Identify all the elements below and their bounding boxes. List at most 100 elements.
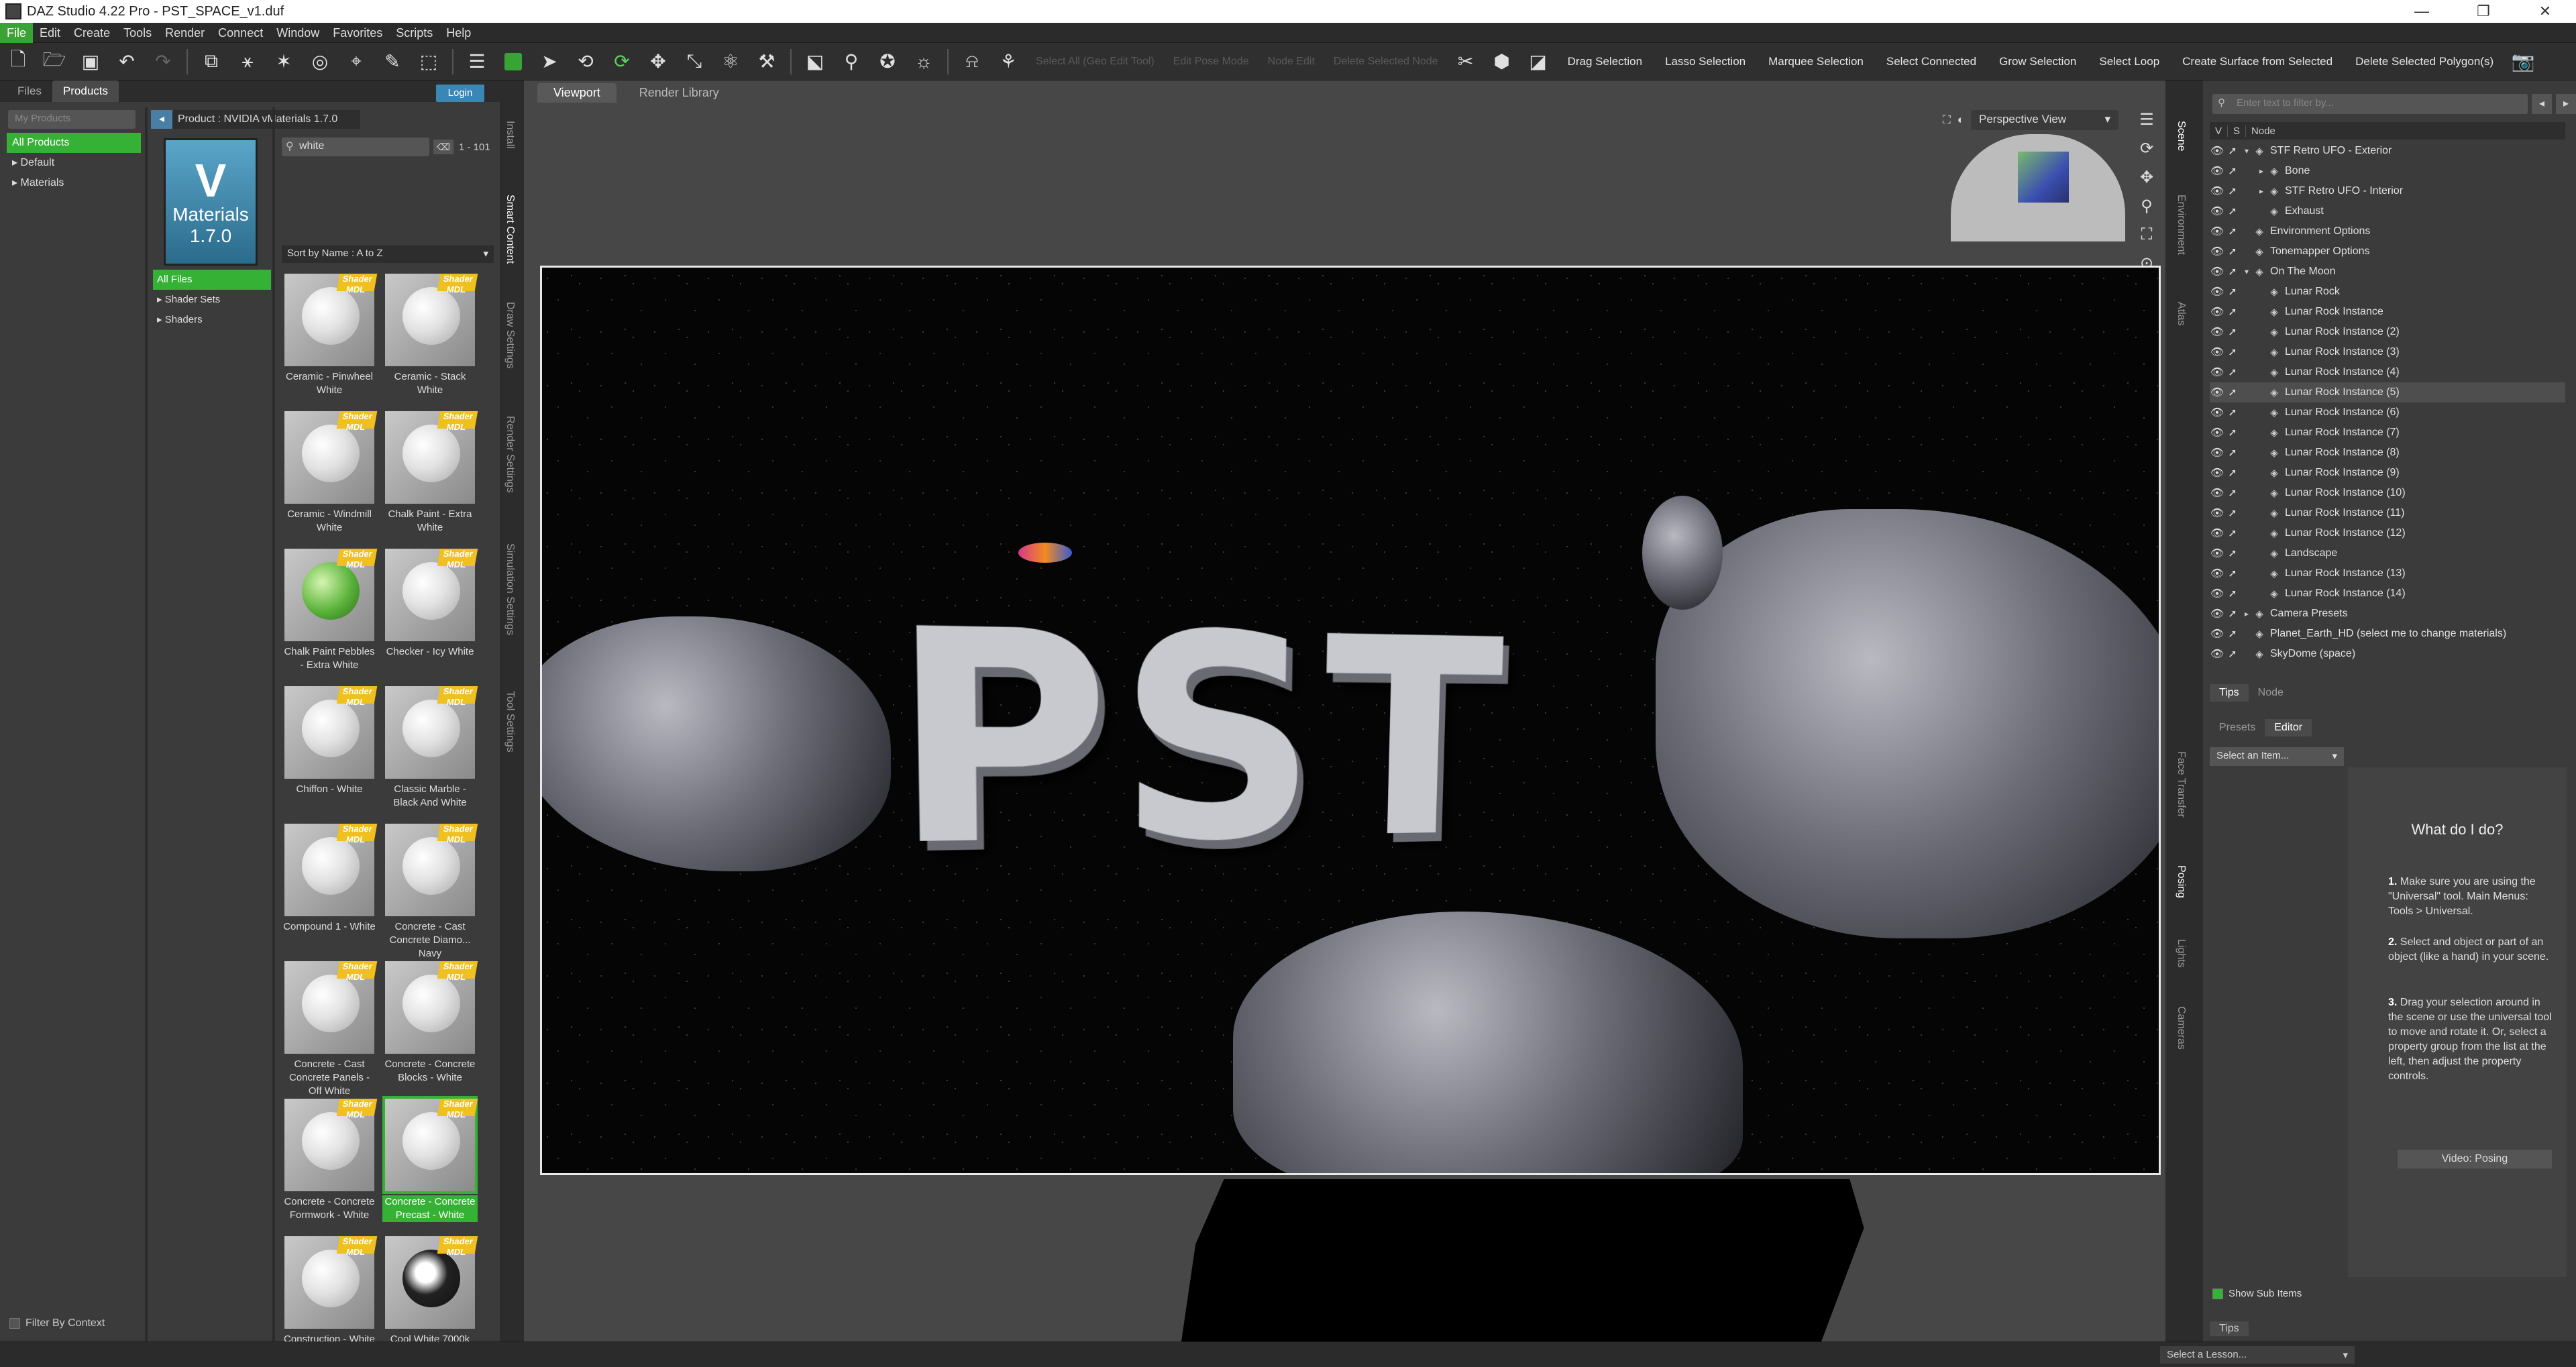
- menu-icon[interactable]: ☰: [2139, 110, 2154, 129]
- view-style-icon[interactable]: ◐: [1957, 113, 1964, 127]
- delete-polygons-button[interactable]: Delete Selected Polygon(s): [2355, 55, 2493, 68]
- visibility-eye-icon[interactable]: 👁: [2210, 325, 2224, 339]
- scene-node-row[interactable]: 👁 ➚ ▸ ◈ Camera Presets: [2210, 604, 2565, 624]
- tab-viewport[interactable]: Viewport: [537, 83, 616, 103]
- clear-search-icon[interactable]: ⌫: [433, 140, 453, 154]
- filter-context-checkbox[interactable]: [9, 1318, 20, 1329]
- expand-toggle-icon[interactable]: ▾: [2241, 267, 2253, 276]
- visibility-eye-icon[interactable]: 👁: [2210, 527, 2224, 540]
- visibility-eye-icon[interactable]: 👁: [2210, 486, 2224, 500]
- scene-node-row[interactable]: 👁 ➚ ◈ Lunar Rock Instance: [2210, 302, 2565, 322]
- menu-favorites[interactable]: Favorites: [326, 23, 389, 43]
- visibility-eye-icon[interactable]: 👁: [2210, 366, 2224, 379]
- spot-render-icon[interactable]: ⬕: [802, 48, 828, 75]
- scene-node-row[interactable]: 👁 ➚ ◈ Lunar Rock Instance (10): [2210, 483, 2565, 503]
- visibility-eye-icon[interactable]: 👁: [2210, 345, 2224, 359]
- grow-selection-button[interactable]: Grow Selection: [1999, 55, 2076, 68]
- folder-all-files[interactable]: All Files: [153, 270, 271, 290]
- scene-node-row[interactable]: 👁 ➚ ◈ Landscape: [2210, 543, 2565, 563]
- menu-window[interactable]: Window: [270, 23, 326, 43]
- asset-tile[interactable]: Shader MDL Chiffon - White: [282, 684, 382, 821]
- menu-scripts[interactable]: Scripts: [389, 23, 439, 43]
- visibility-eye-icon[interactable]: 👁: [2210, 305, 2224, 319]
- polygon-select-icon[interactable]: ◪: [1525, 48, 1552, 75]
- node-weight-icon[interactable]: ✶: [270, 48, 297, 75]
- menu-edit[interactable]: Edit: [33, 23, 67, 43]
- figure-tool-icon[interactable]: ⍾: [959, 48, 985, 75]
- vtab-cameras[interactable]: Cameras: [2175, 1006, 2187, 1050]
- asset-tile[interactable]: Shader MDL Compound 1 - White: [282, 821, 382, 959]
- selectable-arrow-icon[interactable]: ➚: [2224, 205, 2241, 218]
- render-preview[interactable]: PST: [540, 266, 2161, 1175]
- selectable-arrow-icon[interactable]: ➚: [2224, 647, 2241, 661]
- visibility-eye-icon[interactable]: 👁: [2210, 607, 2224, 620]
- asset-tile[interactable]: Shader MDL Concrete - Concrete Formwork -…: [282, 1096, 382, 1234]
- scene-node-row[interactable]: 👁 ➚ ◈ Lunar Rock Instance (14): [2210, 584, 2565, 604]
- align-icon[interactable]: ☰: [464, 48, 490, 75]
- save-icon[interactable]: ▣: [77, 48, 104, 75]
- visibility-eye-icon[interactable]: 👁: [2210, 184, 2224, 198]
- polygon-group-icon[interactable]: ⬢: [1489, 48, 1515, 75]
- view-cube-box[interactable]: [2018, 152, 2069, 203]
- orbit-icon[interactable]: ✪: [874, 48, 901, 75]
- lesson-dropdown[interactable]: Select a Lesson... ▾: [2160, 1346, 2355, 1364]
- asset-tile[interactable]: Shader MDL Ceramic - Stack White: [382, 271, 483, 408]
- selectable-arrow-icon[interactable]: ➚: [2224, 265, 2241, 278]
- tab-tips[interactable]: Tips: [2210, 684, 2249, 702]
- tab-products[interactable]: Products: [52, 80, 119, 102]
- tab-render-library[interactable]: Render Library: [623, 83, 735, 103]
- node-tool-icon[interactable]: ⚘: [995, 48, 1022, 75]
- asset-tile[interactable]: Shader MDL Ceramic - Windmill White: [282, 408, 382, 546]
- scene-node-row[interactable]: 👁 ➚ ◈ Lunar Rock Instance (13): [2210, 563, 2565, 584]
- node-selection-icon[interactable]: ➤: [536, 48, 563, 75]
- asset-tile[interactable]: Shader MDL Chalk Paint - Extra White: [382, 408, 483, 546]
- filter-by-context[interactable]: Filter By Context: [9, 1317, 105, 1329]
- scene-node-row[interactable]: 👁 ➚ ◈ SkyDome (space): [2210, 644, 2565, 664]
- scene-node-row[interactable]: 👁 ➚ ◈ Tonemapper Options: [2210, 241, 2565, 262]
- visibility-eye-icon[interactable]: 👁: [2210, 225, 2224, 238]
- scene-node-row[interactable]: 👁 ➚ ▸ ◈ Bone: [2210, 161, 2565, 181]
- scene-node-row[interactable]: 👁 ➚ ◈ Lunar Rock Instance (6): [2210, 402, 2565, 423]
- vtab-draw-settings[interactable]: Draw Settings: [504, 302, 516, 369]
- expand-toggle-icon[interactable]: ▸: [2241, 609, 2253, 618]
- expand-toggle-icon[interactable]: ▸: [2255, 166, 2267, 176]
- scene-node-row[interactable]: 👁 ➚ ◈ Lunar Rock: [2210, 282, 2565, 302]
- camera-tool-icon[interactable]: ⚲: [838, 48, 865, 75]
- view-cube[interactable]: [1951, 134, 2125, 241]
- light-tool-icon[interactable]: ☼: [910, 48, 937, 75]
- vtab-smart-content[interactable]: Smart Content: [504, 195, 516, 264]
- camera-dropdown[interactable]: Perspective View ▾: [1971, 110, 2118, 130]
- visibility-eye-icon[interactable]: 👁: [2210, 587, 2224, 600]
- asset-search-input[interactable]: ⚲ white: [282, 138, 429, 156]
- splitter[interactable]: [145, 107, 148, 1342]
- weight-brush-icon[interactable]: ✎: [379, 48, 406, 75]
- pan-icon[interactable]: ✥: [2140, 168, 2153, 187]
- asset-tile[interactable]: Shader MDL Checker - Icy White: [382, 546, 483, 684]
- vtab-scene[interactable]: Scene: [2175, 121, 2187, 151]
- selectable-arrow-icon[interactable]: ➚: [2224, 366, 2241, 379]
- menu-help[interactable]: Help: [439, 23, 478, 43]
- selectable-arrow-icon[interactable]: ➚: [2224, 386, 2241, 399]
- selectable-arrow-icon[interactable]: ➚: [2224, 587, 2241, 600]
- orbit-icon[interactable]: ⟳: [2140, 139, 2153, 158]
- visibility-eye-icon[interactable]: 👁: [2210, 144, 2224, 158]
- menu-file[interactable]: File: [0, 22, 34, 43]
- scene-node-row[interactable]: 👁 ➚ ◈ Lunar Rock Instance (8): [2210, 443, 2565, 463]
- visibility-eye-icon[interactable]: 👁: [2210, 265, 2224, 278]
- create-surface-button[interactable]: Create Surface from Selected: [2182, 55, 2332, 68]
- back-arrow-icon[interactable]: ◂: [151, 110, 172, 129]
- lasso-selection-button[interactable]: Lasso Selection: [1665, 55, 1746, 68]
- visibility-eye-icon[interactable]: 👁: [2210, 386, 2224, 399]
- col-selectable[interactable]: S: [2228, 125, 2247, 137]
- expand-toggle-icon[interactable]: ▾: [2241, 146, 2253, 156]
- scene-node-row[interactable]: 👁 ➚ ◈ Lunar Rock Instance (12): [2210, 523, 2565, 543]
- vtab-posing[interactable]: Posing: [2175, 865, 2187, 898]
- minimize-button[interactable]: —: [2391, 3, 2453, 20]
- vtab-tool-settings[interactable]: Tool Settings: [504, 691, 516, 753]
- col-node[interactable]: Node: [2246, 125, 2281, 137]
- visibility-eye-icon[interactable]: 👁: [2210, 245, 2224, 258]
- frame-selected-icon[interactable]: ⛶: [2141, 225, 2153, 244]
- scene-identify-icon[interactable]: ⧉: [198, 48, 225, 75]
- category-all-products[interactable]: All Products: [7, 133, 141, 153]
- visibility-eye-icon[interactable]: 👁: [2210, 547, 2224, 560]
